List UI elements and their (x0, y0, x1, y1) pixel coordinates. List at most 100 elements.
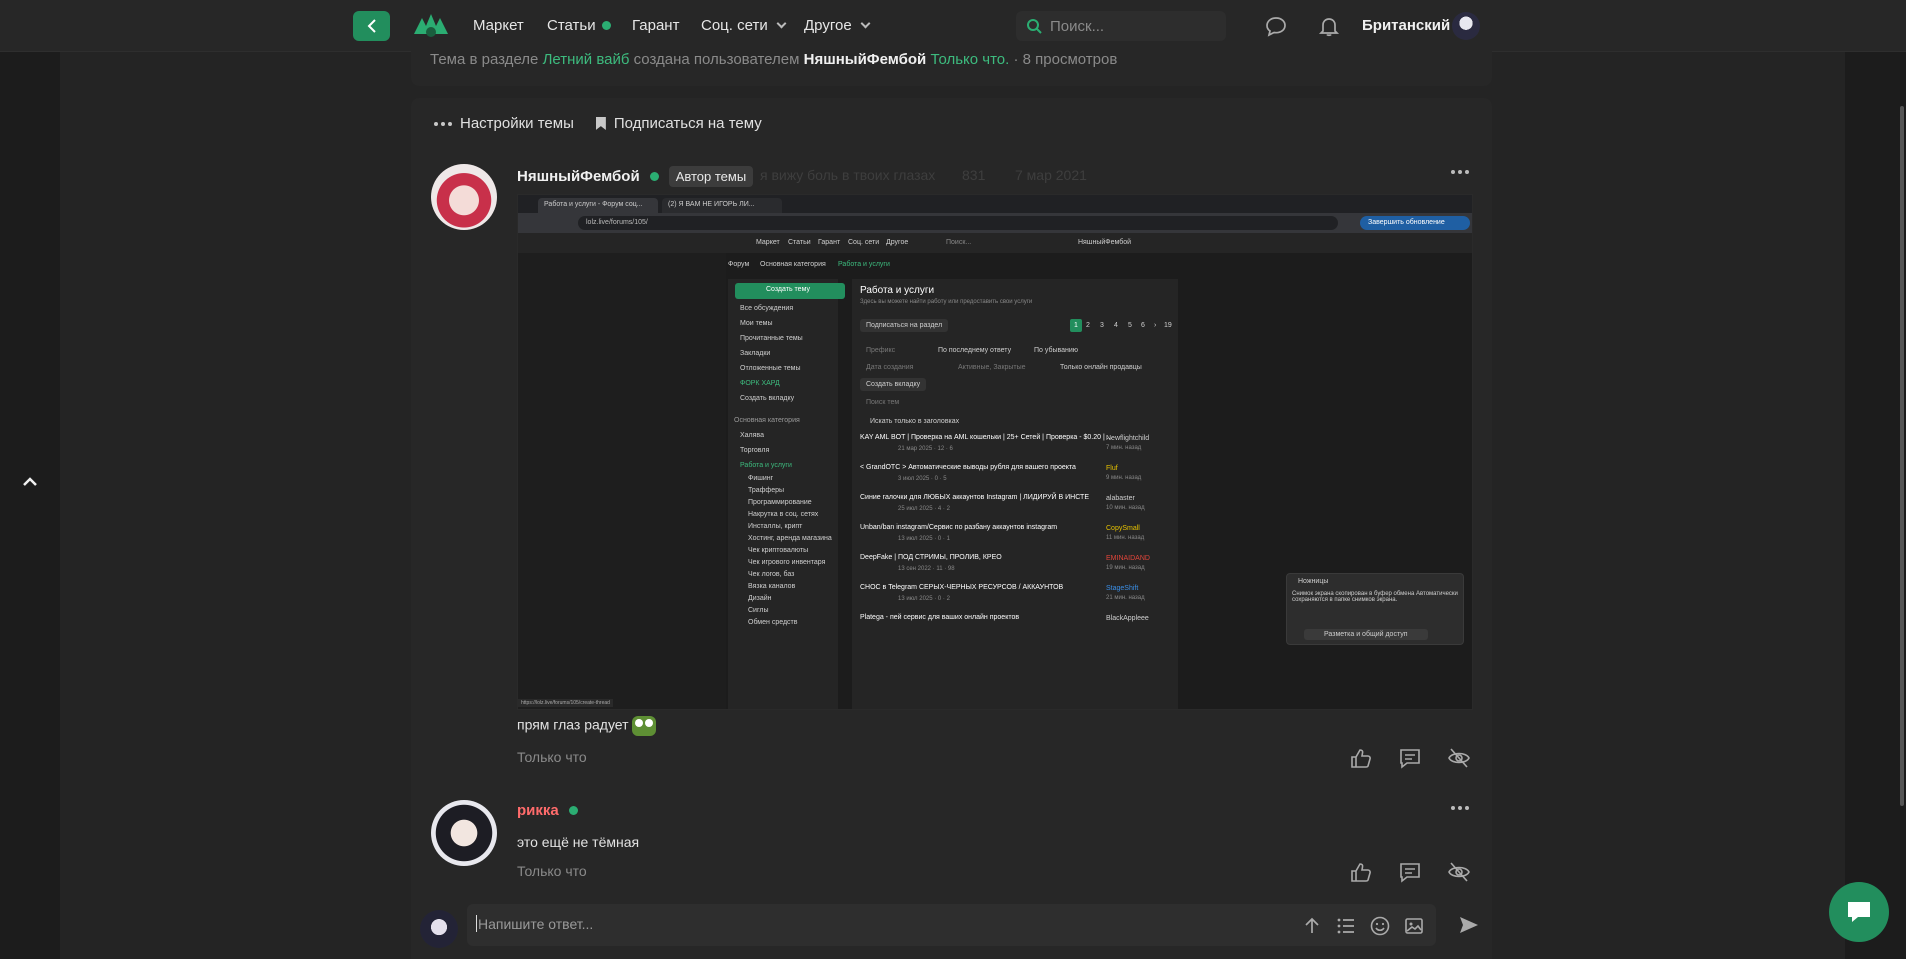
inner-side-item: Отложенные темы (740, 365, 801, 372)
search-input[interactable]: Поиск... (1016, 11, 1226, 41)
nav-other[interactable]: Другое (804, 17, 871, 34)
post-time[interactable]: Только что (517, 749, 587, 765)
reply-user-avatar (420, 910, 458, 948)
site-logo-icon[interactable] (412, 10, 450, 42)
nav-guarantor[interactable]: Гарант (632, 17, 679, 34)
reply-editor[interactable] (467, 904, 1436, 946)
inner-nav-item: Гарант (818, 239, 841, 246)
hide-eye-icon[interactable] (1447, 747, 1471, 769)
inner-thread-title: Plategа - пей сервис для ваших онлайн пр… (860, 614, 1020, 621)
inner-main-title: Работа и услуги (860, 285, 935, 296)
post-author-name[interactable]: НяшныйФембой (517, 168, 640, 185)
post-time[interactable]: Только что (517, 863, 587, 879)
page-scrollbar[interactable] (1900, 106, 1904, 806)
emoji-icon[interactable] (1370, 916, 1390, 936)
inner-left-blank (518, 253, 726, 709)
inner-side-item: Прочитанные темы (740, 335, 803, 342)
inner-thread-user: StageShift (1106, 585, 1139, 592)
post-author-name[interactable]: рикка (517, 802, 559, 819)
status-url: https://lolz.live/forums/105/create-thre… (518, 699, 613, 707)
inner-nav-item: Соц. сети (848, 239, 880, 246)
inner-side-sub: Программирование (748, 499, 812, 506)
bell-icon[interactable] (1318, 15, 1340, 37)
thread-settings-button[interactable]: Настройки темы (460, 115, 574, 132)
online-indicator (568, 806, 578, 815)
inner-breadcrumb: Форум (728, 261, 750, 268)
online-indicator (649, 172, 659, 181)
inner-navbar (518, 233, 1472, 253)
post-text: это ещё не тёмная (517, 834, 640, 850)
post-menu-button[interactable] (1451, 170, 1469, 174)
chevron-down-icon (860, 18, 871, 29)
bookmark-icon (595, 117, 606, 130)
inner-thread-user: CopySmall (1106, 525, 1140, 532)
inner-side-sub: Вязка каналов (748, 583, 796, 590)
inner-nav-item: Статьи (788, 239, 811, 246)
inner-side-sub: Инсталлы, крипт (748, 523, 803, 530)
inner-page-num: 5 (1128, 322, 1132, 329)
inner-side-sub: Сиглы (748, 607, 769, 614)
inner-side-sub: Накрутка в соц. сетях (748, 511, 819, 518)
inner-side-item: Создать вкладку (740, 395, 795, 402)
inner-thread-meta: 25 июл 2025 · 4 · 2 (898, 506, 950, 512)
inner-side-category: Основная категория (734, 417, 800, 424)
current-username[interactable]: Британский (1362, 17, 1450, 34)
topic-info: Тема в разделе Летний вайб создана польз… (430, 51, 1118, 68)
inner-side-item: Закладки (740, 350, 771, 357)
image-icon[interactable] (1404, 916, 1424, 936)
inner-side-sub: Чек криптовалюты (748, 547, 809, 554)
chat-icon (1848, 902, 1870, 922)
subscribe-thread-button[interactable]: Подписаться на тему (614, 115, 762, 132)
inner-side-sub: Чек игрового инвентаря (748, 559, 826, 566)
inner-side-item: ФОРК ХАРД (740, 380, 780, 387)
snipping-text: Снимок экрана скопирован в буфер обмена … (1292, 591, 1458, 603)
author-status: я вижу боль в твоих глазах (760, 167, 936, 183)
inner-create-label: Создать тему (766, 286, 810, 293)
reply-icon[interactable] (1398, 747, 1422, 769)
topic-author-badge: Автор темы (668, 166, 754, 187)
inner-filter: Дата создания (866, 364, 914, 371)
like-icon[interactable] (1349, 747, 1373, 769)
inner-page-num: 3 (1100, 322, 1104, 329)
post-menu-button[interactable] (1451, 806, 1469, 810)
nav-articles[interactable]: Статьи (547, 17, 611, 34)
arrow-up-icon[interactable] (1302, 916, 1322, 936)
inner-filter: Только онлайн продавцы (1060, 364, 1142, 371)
like-icon[interactable] (1349, 861, 1373, 883)
snipping-button: Разметка и общий доступ (1304, 629, 1428, 640)
inner-filter: Активные, Закрытые (958, 364, 1026, 371)
more-dots-icon (434, 121, 452, 126)
conversations-icon[interactable] (1265, 15, 1287, 37)
browser-url: lolz.live/forums/105/ (578, 216, 1338, 230)
topic-time[interactable]: Только что. (930, 51, 1009, 68)
inner-search: Поиск... (946, 239, 972, 246)
snipping-title: Ножницы (1298, 578, 1329, 585)
inner-side-item: Мои темы (740, 320, 773, 327)
inner-page-num: 6 (1141, 322, 1145, 329)
reply-icon[interactable] (1398, 861, 1422, 883)
inner-thread-ago: 11 мин. назад (1106, 535, 1145, 541)
browser-tab: (2) Я ВАМ НЕ ИГОРЬ ЛИ... (662, 198, 782, 213)
list-icon[interactable] (1336, 916, 1356, 936)
chat-button[interactable] (1829, 882, 1889, 942)
post-image[interactable]: Работа и услуги - Форум соц... (2) Я ВАМ… (517, 194, 1473, 710)
inner-subscribe: Подписаться на раздел (860, 319, 949, 332)
thread-actions: Настройки темы Подписаться на тему (434, 115, 762, 132)
inner-thread-meta: 21 мар 2025 · 12 · 6 (898, 446, 953, 452)
inner-sidebar (728, 279, 838, 709)
inner-page-num: › (1154, 322, 1157, 329)
post-author-avatar[interactable] (431, 800, 497, 866)
topic-author-link[interactable]: НяшныйФембой (804, 51, 927, 68)
nav-market[interactable]: Маркет (473, 17, 524, 34)
inner-nav-item: Маркет (756, 239, 780, 246)
section-link[interactable]: Летний вайб (543, 51, 630, 68)
send-icon[interactable] (1458, 914, 1480, 936)
scroll-to-top-icon[interactable] (22, 474, 38, 490)
user-avatar[interactable] (1452, 12, 1480, 40)
post-author-avatar[interactable] (431, 164, 497, 230)
nav-social[interactable]: Соц. сети (701, 17, 787, 34)
text-caret (476, 915, 477, 932)
inner-filter: По убыванию (1034, 347, 1079, 354)
back-button[interactable] (353, 11, 390, 41)
hide-eye-icon[interactable] (1447, 861, 1471, 883)
